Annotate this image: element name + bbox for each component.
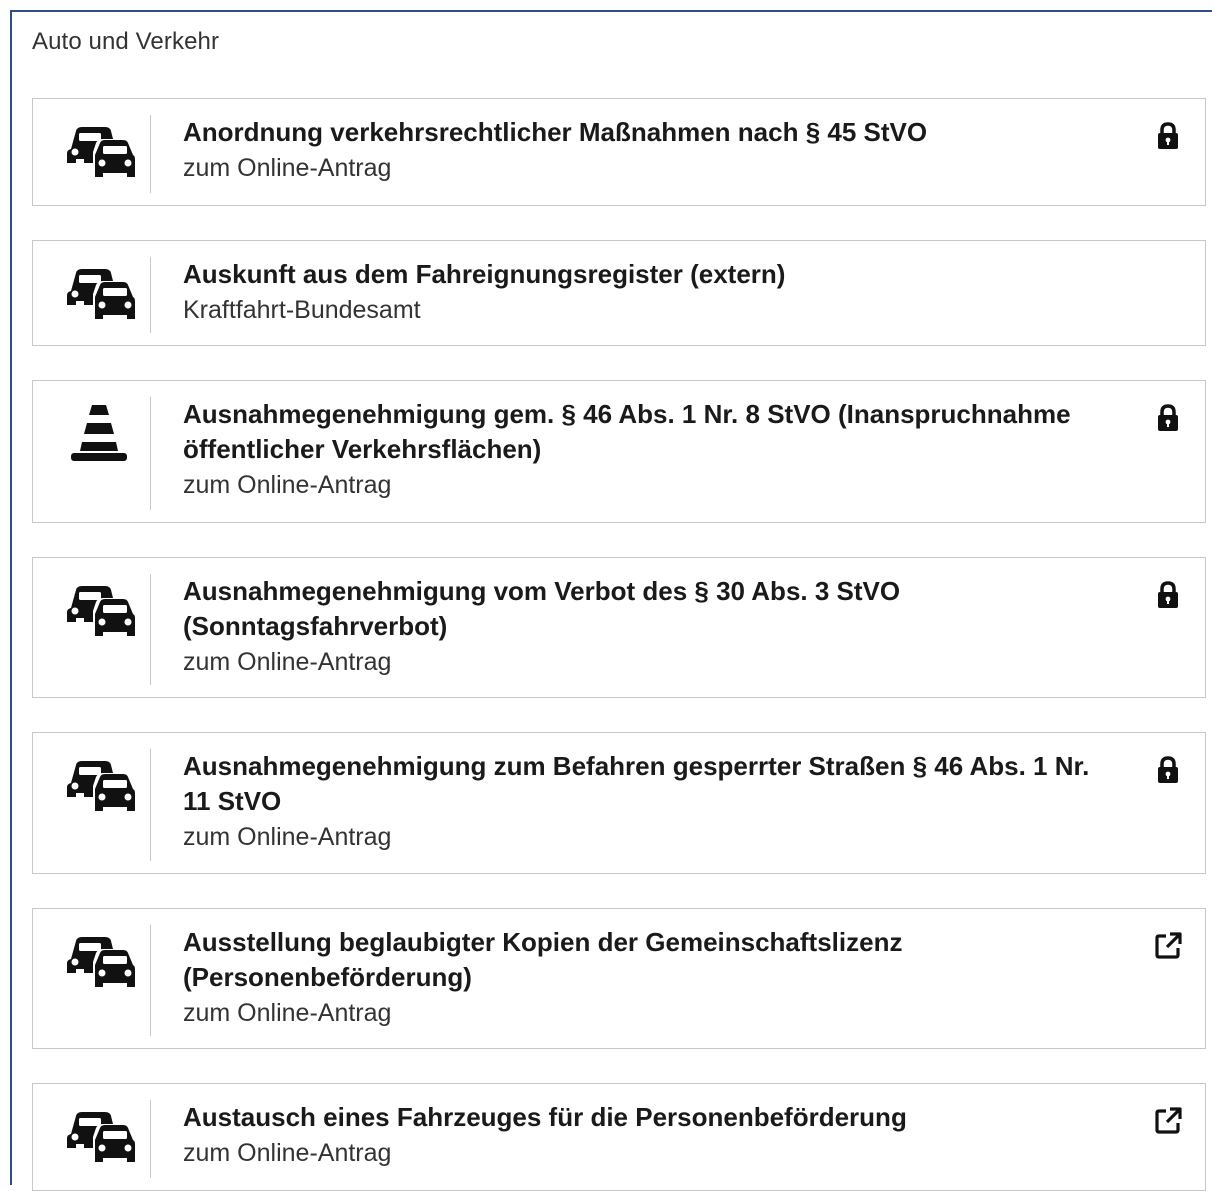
item-title[interactable]: Ausnahmegenehmigung vom Verbot des § 30 … [183,574,1115,644]
cars-icon [67,269,135,319]
cars-icon [67,761,135,811]
item-title[interactable]: Ausnahmegenehmigung gem. § 46 Abs. 1 Nr.… [183,397,1115,467]
service-item[interactable]: Ausstellung beglaubigter Kopien der Geme… [32,908,1206,1049]
item-subtitle: zum Online-Antrag [183,154,392,182]
service-item[interactable]: Anordnung verkehrsrechtlicher Maßnahmen … [32,98,1206,206]
item-title[interactable]: Anordnung verkehrsrechtlicher Maßnahmen … [183,115,1115,150]
cars-icon [67,1112,135,1162]
item-subtitle: zum Online-Antrag [183,1139,392,1167]
external-link-icon [1155,1107,1182,1134]
service-item[interactable]: Ausnahmegenehmigung vom Verbot des § 30 … [32,557,1206,698]
service-item[interactable]: Ausnahmegenehmigung zum Befahren gesperr… [32,732,1206,874]
service-item[interactable]: Ausnahmegenehmigung gem. § 46 Abs. 1 Nr.… [32,380,1206,523]
lock-icon [1158,581,1178,608]
item-subtitle: zum Online-Antrag [183,471,392,499]
item-title[interactable]: Austausch eines Fahrzeuges für die Perso… [183,1100,1115,1135]
item-subtitle: zum Online-Antrag [183,648,392,676]
service-item[interactable]: Auskunft aus dem Fahreignungsregister (e… [32,240,1206,346]
lock-icon [1158,122,1178,149]
service-item[interactable]: Austausch eines Fahrzeuges für die Perso… [32,1083,1206,1191]
lock-icon [1158,756,1178,783]
cars-icon [67,127,135,177]
cars-icon [67,937,135,987]
external-link-icon [1155,932,1182,959]
item-subtitle: zum Online-Antrag [183,823,392,851]
item-subtitle: Kraftfahrt-Bundesamt [183,296,421,324]
item-title[interactable]: Auskunft aus dem Fahreignungsregister (e… [183,257,1115,292]
lock-icon [1158,404,1178,431]
item-title[interactable]: Ausstellung beglaubigter Kopien der Geme… [183,925,1115,995]
item-title[interactable]: Ausnahmegenehmigung zum Befahren gesperr… [183,749,1115,819]
cars-icon [67,586,135,636]
section-title: Auto und Verkehr [32,28,220,55]
item-subtitle: zum Online-Antrag [183,999,392,1027]
service-list: Anordnung verkehrsrechtlicher Maßnahmen … [32,98,1206,1191]
category-panel: Auto und Verkehr Anordnung verkehrsrecht… [10,10,1212,1191]
traffic-cone-icon [71,405,127,461]
